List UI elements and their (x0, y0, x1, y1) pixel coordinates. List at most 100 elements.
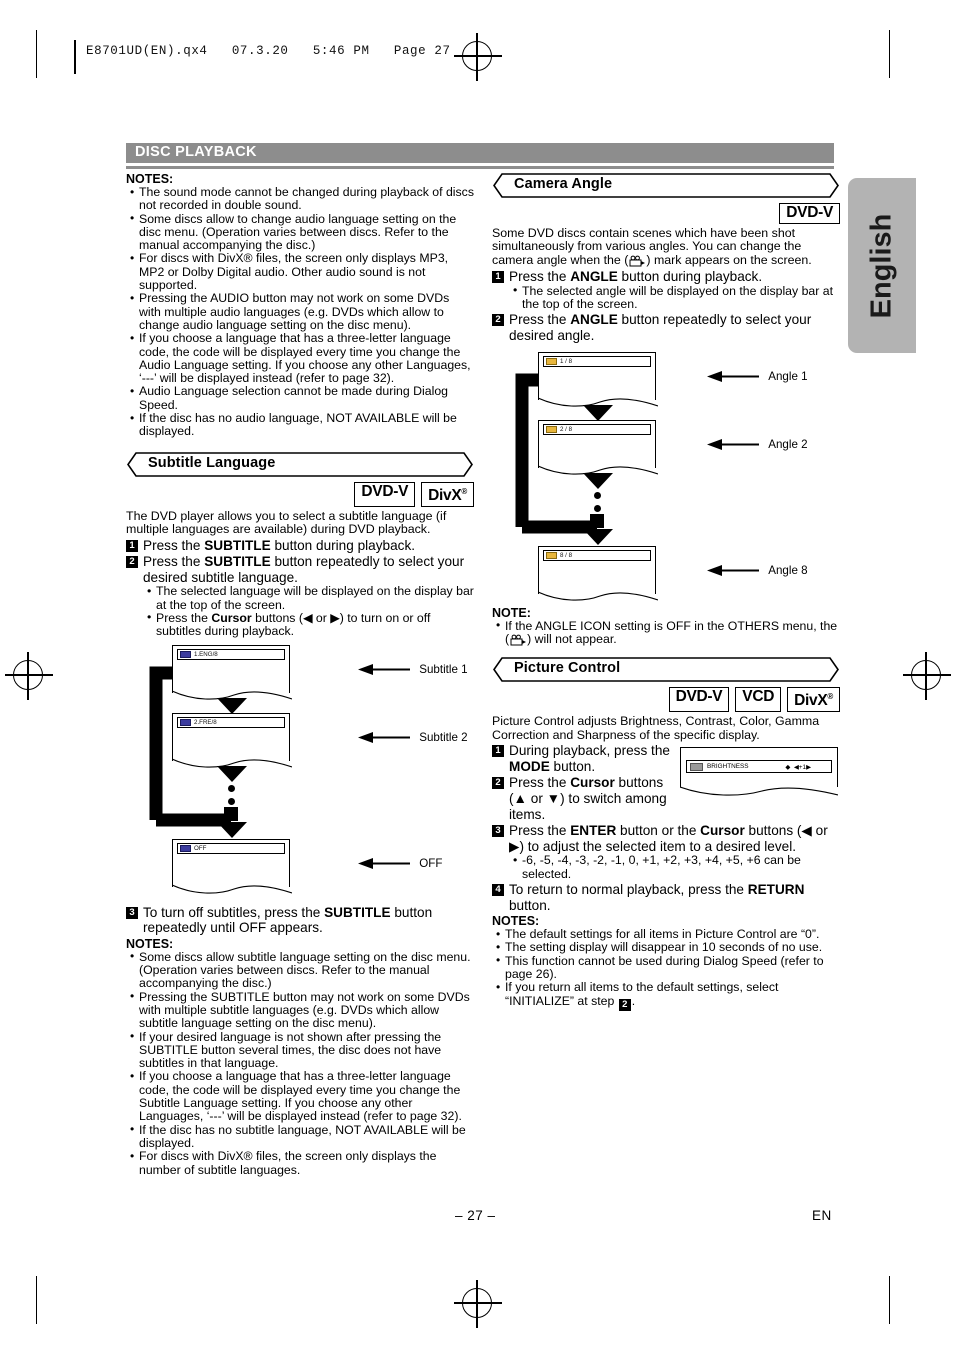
step-1-bullets: The selected angle will be displayed on … (509, 283, 840, 312)
step-3: 3 To turn off subtitles, press the SUBTI… (126, 905, 474, 936)
camera-angle-intro: Some DVD discs contain scenes which have… (492, 226, 812, 267)
osd-display-bar: 2 / 8 (543, 423, 651, 435)
angle-8-callout: Angle 8 (707, 564, 808, 577)
note-text: If the disc has no audio language, NOT A… (139, 411, 457, 439)
osd-screen-subtitle-1: 1.ENG/8 (172, 644, 292, 700)
badge-dvd-v: DVD-V (668, 687, 730, 713)
subtitle-1-callout: Subtitle 1 (358, 663, 468, 676)
ellipsis-dots (594, 491, 601, 531)
cursor-up-icon: ▲ (513, 790, 527, 806)
list-item: If the ANGLE ICON setting is OFF in the … (492, 619, 840, 647)
list-item: -6, -5, -4, -3, -2, -1, 0, +1, +2, +3, +… (509, 854, 840, 881)
osd-text: 8 / 8 (560, 551, 573, 559)
osd-brightness-label: BRIGHTNESS (707, 763, 749, 771)
list-item: The selected language will be displayed … (143, 585, 474, 612)
note-text: Audio Language selection cannot be made … (139, 384, 449, 412)
list-item: The sound mode cannot be changed during … (126, 185, 474, 213)
flow-arrow-down-icon (217, 697, 247, 714)
subtitle-chip-icon (180, 844, 191, 852)
osd-text: 2 / 8 (560, 425, 573, 433)
cursor-left-icon: ◀ (302, 610, 313, 625)
list-item: If you choose a language that has a thre… (126, 1070, 474, 1123)
cursor-right-icon: ▶ (330, 610, 340, 625)
audio-notes-heading: NOTES: (126, 172, 174, 186)
note-text: The default settings for all items in Pi… (505, 927, 820, 942)
camera-angle-note-heading: NOTE: (492, 605, 531, 620)
arrow-left-icon (707, 371, 759, 383)
osd-text: 1.ENG/8 (194, 650, 218, 658)
arrow-left-icon (358, 732, 410, 744)
badge-dvd-v: DVD-V (779, 203, 840, 224)
step-2-bullets: The selected language will be displayed … (143, 585, 474, 638)
list-item: If the disc has no audio language, NOT A… (126, 411, 474, 439)
picture-control-title: Picture Control (514, 660, 621, 677)
step-number: 1 (492, 271, 504, 284)
torn-edge (538, 591, 658, 601)
note-text: If the disc has no subtitle language, NO… (139, 1122, 466, 1150)
step-4: 4 To return to normal playback, press th… (492, 882, 840, 913)
picture-control-badges: DVD-V VCD DivX® (492, 687, 840, 713)
subtitle-off-callout: OFF (358, 857, 442, 870)
angle-mark-icon (629, 255, 646, 267)
subtitle-language-title: Subtitle Language (148, 454, 276, 471)
list-item: The default settings for all items in Pi… (492, 927, 840, 942)
callout-label: Subtitle 1 (419, 662, 468, 676)
list-item: Pressing the AUDIO button may not work o… (126, 292, 474, 332)
note-text: If you choose a language that has a thre… (139, 1069, 462, 1124)
note-text: Some discs allow to change audio languag… (139, 211, 457, 253)
step-number: 2 (126, 556, 138, 569)
list-item: For discs with DivX® files, the screen o… (126, 1149, 474, 1177)
list-item: If the disc has no subtitle language, NO… (126, 1122, 474, 1151)
angle-2-callout: Angle 2 (707, 438, 808, 451)
camera-angle-flow-diagram-last: 8 / 8 Angle 8 (492, 545, 840, 604)
osd-display-bar: 2.FRE/8 (177, 716, 285, 728)
cursor-right-icon: ▶ (509, 838, 520, 854)
subtitle-2-callout: Subtitle 2 (358, 731, 468, 744)
step-number: 2 (492, 314, 504, 327)
camera-angle-notes-list: If the ANGLE ICON setting is OFF in the … (492, 619, 840, 647)
footer-language-code: EN (812, 1208, 832, 1223)
step-1: 1 During playback, press the MODE button… (492, 743, 670, 774)
step-3-bullets: -6, -5, -4, -3, -2, -1, 0, +1, +2, +3, +… (509, 854, 840, 881)
arrow-left-icon (707, 439, 759, 451)
step-2: 2 Press the SUBTITLE button repeatedly t… (126, 554, 474, 585)
flow-arrow-down-icon (583, 472, 613, 489)
list-item: If you return all items to the default s… (492, 981, 840, 1011)
picture-chip-icon (690, 762, 703, 771)
note-text: For discs with DivX® files, the screen o… (139, 251, 449, 293)
osd-display-bar: 1 / 8 (543, 355, 651, 367)
step-1: 1 Press the ANGLE button during playback… (492, 269, 840, 285)
step-1: 1 Press the SUBTITLE button during playb… (126, 538, 474, 554)
picture-control-notes-heading: NOTES: (492, 914, 540, 929)
note-text: The selected angle will be displayed on … (522, 283, 834, 312)
footer-page-number: – 27 – (455, 1208, 496, 1223)
list-item: For discs with DivX® files, the screen o… (126, 252, 474, 292)
angle-chip-icon (546, 551, 557, 559)
right-column: Camera Angle DVD-V Some DVD discs contai… (492, 170, 840, 1011)
callout-label: Subtitle 2 (419, 730, 468, 744)
osd-level-indicator: ◆ ◀+1▶ (785, 763, 811, 771)
cursor-left-icon: ◀ (801, 823, 812, 839)
badge-divx: DivX® (421, 481, 474, 507)
arrow-left-icon (707, 565, 759, 577)
torn-edge (680, 786, 838, 796)
step-number: 1 (126, 539, 138, 552)
arrow-left-icon (358, 858, 410, 870)
camera-angle-badges: DVD-V (492, 203, 840, 224)
step-2: 2 Press the ANGLE button repeatedly to s… (492, 312, 840, 343)
badge-vcd: VCD (735, 687, 782, 713)
angle-chip-icon (546, 425, 557, 433)
torn-edge (172, 884, 292, 894)
picture-control-intro: Picture Control adjusts Brightness, Cont… (492, 714, 820, 742)
subtitle-badges: DVD-V DivX® (126, 481, 474, 507)
osd-screen-angle-2: 2 / 8 (538, 419, 658, 475)
osd-text: 1 / 8 (560, 357, 573, 365)
badge-divx: DivX® (787, 687, 840, 713)
step-number: 3 (126, 906, 138, 919)
list-item: If you choose a language that has a thre… (126, 332, 474, 385)
note-text: For discs with DivX® files, the screen o… (139, 1149, 437, 1177)
osd-screen-angle-8: 8 / 8 (538, 545, 658, 601)
osd-screen-subtitle-off: OFF (172, 838, 292, 894)
callout-label: Angle 2 (768, 437, 808, 451)
callout-label: OFF (419, 856, 443, 870)
